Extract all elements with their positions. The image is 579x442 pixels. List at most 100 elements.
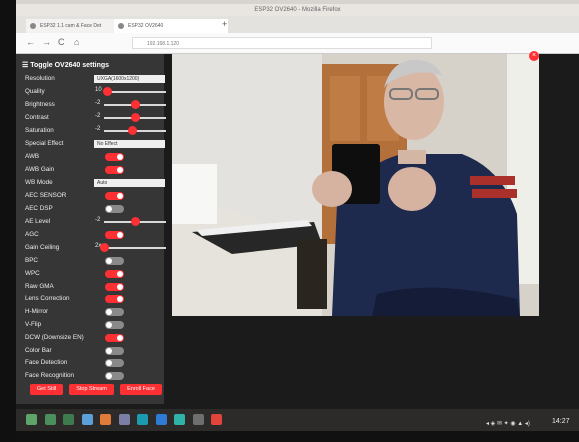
slider-thumb[interactable] (103, 87, 113, 96)
face-recognition-label: Face Recognition (25, 372, 75, 379)
toggle-knob (106, 373, 112, 379)
brightness-slider[interactable] (104, 100, 166, 109)
calculator-icon[interactable] (192, 414, 204, 425)
toggle-knob (117, 296, 123, 302)
back-icon[interactable]: ← (26, 37, 35, 47)
awb-gain-label: AWB Gain (25, 166, 55, 173)
awb-label: AWB (25, 153, 40, 160)
settings-icon[interactable] (118, 414, 130, 425)
color-bar-toggle[interactable] (105, 347, 124, 355)
firefox-icon[interactable] (100, 414, 111, 425)
taskbar: ◂ ◈ ✉ ✦ ◉ ▲ ◂) 14:27 (16, 409, 579, 431)
resolution-select[interactable]: UXGA(1600x1200) (94, 75, 165, 83)
slider-thumb[interactable] (131, 100, 140, 109)
h-mirror-label: H-Mirror (25, 308, 49, 315)
ae-level-slider[interactable] (104, 217, 166, 226)
close-stream-icon[interactable]: × (529, 51, 539, 61)
video-stream (172, 54, 539, 316)
folder-icon[interactable] (44, 414, 56, 425)
window-title: ESP32 OV2640 - Mozilla Firefox (16, 4, 579, 16)
dcw-downsize-en-toggle[interactable] (105, 334, 124, 342)
menu-icon: ☰ (22, 62, 31, 69)
dcw-downsize-en-label: DCW (Downsize EN) (25, 334, 84, 341)
agc-label: AGC (25, 231, 39, 238)
saturation-label: Saturation (25, 127, 54, 134)
toggle-knob (106, 322, 112, 328)
slider-thumb[interactable] (127, 126, 137, 135)
slider-thumb[interactable] (131, 217, 140, 226)
special-effect-label: Special Effect (25, 140, 64, 147)
tab-favicon-icon (30, 23, 36, 29)
contrast-slider[interactable] (104, 113, 166, 122)
toggle-knob (117, 167, 123, 173)
h-mirror-toggle[interactable] (105, 308, 124, 316)
saturation-slider[interactable] (104, 126, 166, 135)
resolution-label: Resolution (25, 75, 55, 82)
tab-esp32-ov2640[interactable]: ESP32 OV2640 (114, 19, 228, 33)
settings-panel: ☰ Toggle OV2640 settings Resolution UXGA… (16, 54, 166, 404)
toggle-knob (106, 360, 112, 366)
bpc-toggle[interactable] (105, 257, 124, 265)
lens-correction-toggle[interactable] (105, 295, 124, 303)
aec-dsp-toggle[interactable] (105, 205, 124, 213)
editor-icon[interactable] (174, 414, 185, 425)
new-tab-button[interactable]: + (222, 19, 227, 29)
face-detection-toggle[interactable] (105, 359, 124, 367)
enroll-face-button[interactable]: Enroll Face (120, 384, 162, 395)
toggle-knob (106, 258, 112, 264)
tab-face-detection[interactable]: ESP32 1.1 cam & Face Det (26, 19, 126, 33)
face-detection-label: Face Detection (25, 359, 68, 366)
toggle-knob (106, 206, 112, 212)
app-icon[interactable] (211, 414, 222, 425)
bpc-label: BPC (25, 257, 38, 264)
home-icon[interactable]: ⌂ (74, 37, 79, 47)
toggle-knob (117, 284, 123, 290)
wpc-toggle[interactable] (105, 270, 124, 278)
terminal-icon[interactable] (63, 414, 74, 425)
face-recognition-toggle[interactable] (105, 372, 124, 380)
stop-stream-button[interactable]: Stop Stream (69, 384, 114, 395)
tab-label: ESP32 1.1 cam & Face Det (40, 23, 102, 29)
ae-level-label: AE Level (25, 218, 51, 225)
tab-bar: ESP32 1.1 cam & Face Det ESP32 OV2640 (16, 16, 579, 33)
get-still-button[interactable]: Get Still (30, 384, 63, 395)
wb-mode-select[interactable]: Auto (94, 179, 165, 187)
toggle-knob (117, 335, 123, 341)
system-tray[interactable]: ◂ ◈ ✉ ✦ ◉ ▲ ◂) (486, 420, 530, 427)
gain-ceiling-label: Gain Ceiling (25, 244, 60, 251)
home-icon[interactable] (81, 414, 93, 425)
forward-icon[interactable]: → (42, 37, 51, 47)
contrast-label: Contrast (25, 114, 49, 121)
contrast-min: -2 (95, 113, 101, 119)
wpc-label: WPC (25, 270, 40, 277)
brightness-label: Brightness (25, 101, 55, 108)
files-icon[interactable] (26, 414, 37, 425)
awb-gain-toggle[interactable] (105, 166, 124, 174)
toggle-settings-button[interactable]: ☰ Toggle OV2640 settings (22, 61, 109, 69)
arduino-icon[interactable] (137, 414, 148, 425)
v-flip-label: V-Flip (25, 321, 42, 328)
aec-sensor-label: AEC SENSOR (25, 192, 67, 199)
agc-toggle[interactable] (105, 231, 124, 239)
gain-ceiling-slider[interactable] (100, 243, 166, 252)
raw-gma-toggle[interactable] (105, 283, 124, 291)
lens-correction-label: Lens Correction (25, 295, 70, 302)
aec-sensor-toggle[interactable] (105, 192, 124, 200)
awb-toggle[interactable] (105, 153, 124, 161)
quality-slider[interactable] (103, 87, 166, 96)
toggle-knob (106, 309, 112, 315)
toggle-knob (117, 193, 123, 199)
reload-icon[interactable]: C (58, 37, 65, 47)
slider-thumb[interactable] (131, 113, 140, 122)
aec-dsp-label: AEC DSP (25, 205, 53, 212)
camera-image (172, 54, 539, 316)
quality-label: Quality (25, 88, 45, 95)
raw-gma-label: Raw GMA (25, 283, 54, 290)
v-flip-toggle[interactable] (105, 321, 124, 329)
slider-thumb[interactable] (100, 243, 109, 252)
quality-min: 10 (95, 87, 102, 93)
vscode-icon[interactable] (155, 414, 167, 425)
url-bar[interactable]: 192.168.1.120 (132, 37, 432, 49)
navigation-bar: ← → C ⌂ 192.168.1.120 (16, 33, 579, 54)
special-effect-select[interactable]: No Effect (94, 140, 165, 148)
